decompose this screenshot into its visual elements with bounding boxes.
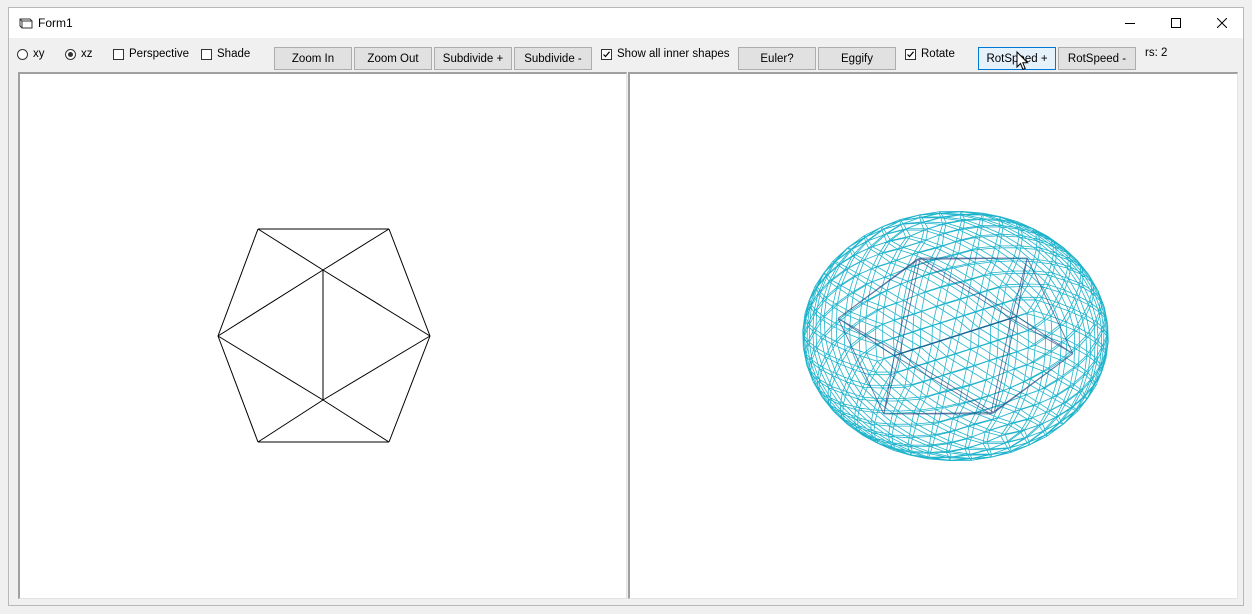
radio-xz[interactable]: xz xyxy=(65,48,93,60)
zoom-out-button[interactable]: Zoom Out xyxy=(354,47,432,70)
window-title: Form1 xyxy=(38,16,73,30)
geodesic-sphere-wireframe xyxy=(802,211,1109,461)
check-mark-icon xyxy=(603,50,610,57)
toolbar: xy xz Perspective Shade Zoom In Zoom Out… xyxy=(9,38,1243,72)
radio-xy[interactable]: xy xyxy=(17,48,45,60)
check-mark-icon xyxy=(907,50,914,57)
zoom-in-button[interactable]: Zoom In xyxy=(274,47,352,70)
subdivide-plus-button[interactable]: Subdivide + xyxy=(434,47,512,70)
rotspeed-minus-button[interactable]: RotSpeed - xyxy=(1058,47,1136,70)
radio-xy-label: xy xyxy=(33,48,45,60)
wire-edge xyxy=(322,335,431,401)
subdivide-minus-button[interactable]: Subdivide - xyxy=(514,47,592,70)
radio-xy-circle[interactable] xyxy=(17,48,28,60)
checkbox-perspective-label: Perspective xyxy=(129,48,190,60)
rotation-speed-readout: rs: 2 xyxy=(1145,47,1168,59)
checkbox-shade[interactable]: Shade xyxy=(201,48,250,60)
wire-edge xyxy=(257,399,324,443)
close-button[interactable] xyxy=(1199,8,1245,38)
wire-edge xyxy=(217,228,259,337)
wire-edge xyxy=(257,228,324,271)
wire-edge xyxy=(217,269,324,337)
checkbox-perspective-box[interactable] xyxy=(113,48,124,60)
minimize-button[interactable] xyxy=(1107,8,1153,38)
close-icon xyxy=(1217,18,1227,28)
maximize-icon xyxy=(1171,18,1181,28)
checkbox-rotate-box[interactable] xyxy=(905,48,916,60)
wire-edge xyxy=(388,335,431,443)
icosahedron-wireframe xyxy=(217,228,431,443)
euler-button[interactable]: Euler? xyxy=(738,47,816,70)
checkbox-rotate[interactable]: Rotate xyxy=(905,48,955,60)
wire-edge xyxy=(217,335,324,401)
wire-edge xyxy=(217,335,259,443)
checkbox-show-inner-label: Show all inner shapes xyxy=(617,48,730,60)
checkbox-show-inner-box[interactable] xyxy=(601,48,612,60)
main-window: Form1 xy xz Perspective Shade Zoom In Zo… xyxy=(8,7,1244,606)
arrow-cursor-icon xyxy=(1016,51,1029,71)
checkbox-show-inner[interactable]: Show all inner shapes xyxy=(601,48,730,60)
checkbox-rotate-label: Rotate xyxy=(921,48,955,60)
right-viewport[interactable] xyxy=(628,72,1238,599)
minimize-icon xyxy=(1125,23,1135,24)
radio-xz-circle[interactable] xyxy=(65,48,76,60)
left-viewport[interactable] xyxy=(18,72,627,599)
app-form-icon xyxy=(19,18,33,29)
wire-edge xyxy=(322,269,431,337)
eggify-button[interactable]: Eggify xyxy=(818,47,896,70)
checkbox-shade-box[interactable] xyxy=(201,48,212,60)
radio-xz-label: xz xyxy=(81,48,93,60)
title-bar[interactable]: Form1 xyxy=(9,8,1243,38)
checkbox-perspective[interactable]: Perspective xyxy=(113,48,189,60)
checkbox-shade-label: Shade xyxy=(217,48,251,60)
maximize-button[interactable] xyxy=(1153,8,1199,38)
wire-edge xyxy=(388,228,431,337)
wire-edge xyxy=(322,399,390,443)
wire-edge xyxy=(322,228,390,271)
